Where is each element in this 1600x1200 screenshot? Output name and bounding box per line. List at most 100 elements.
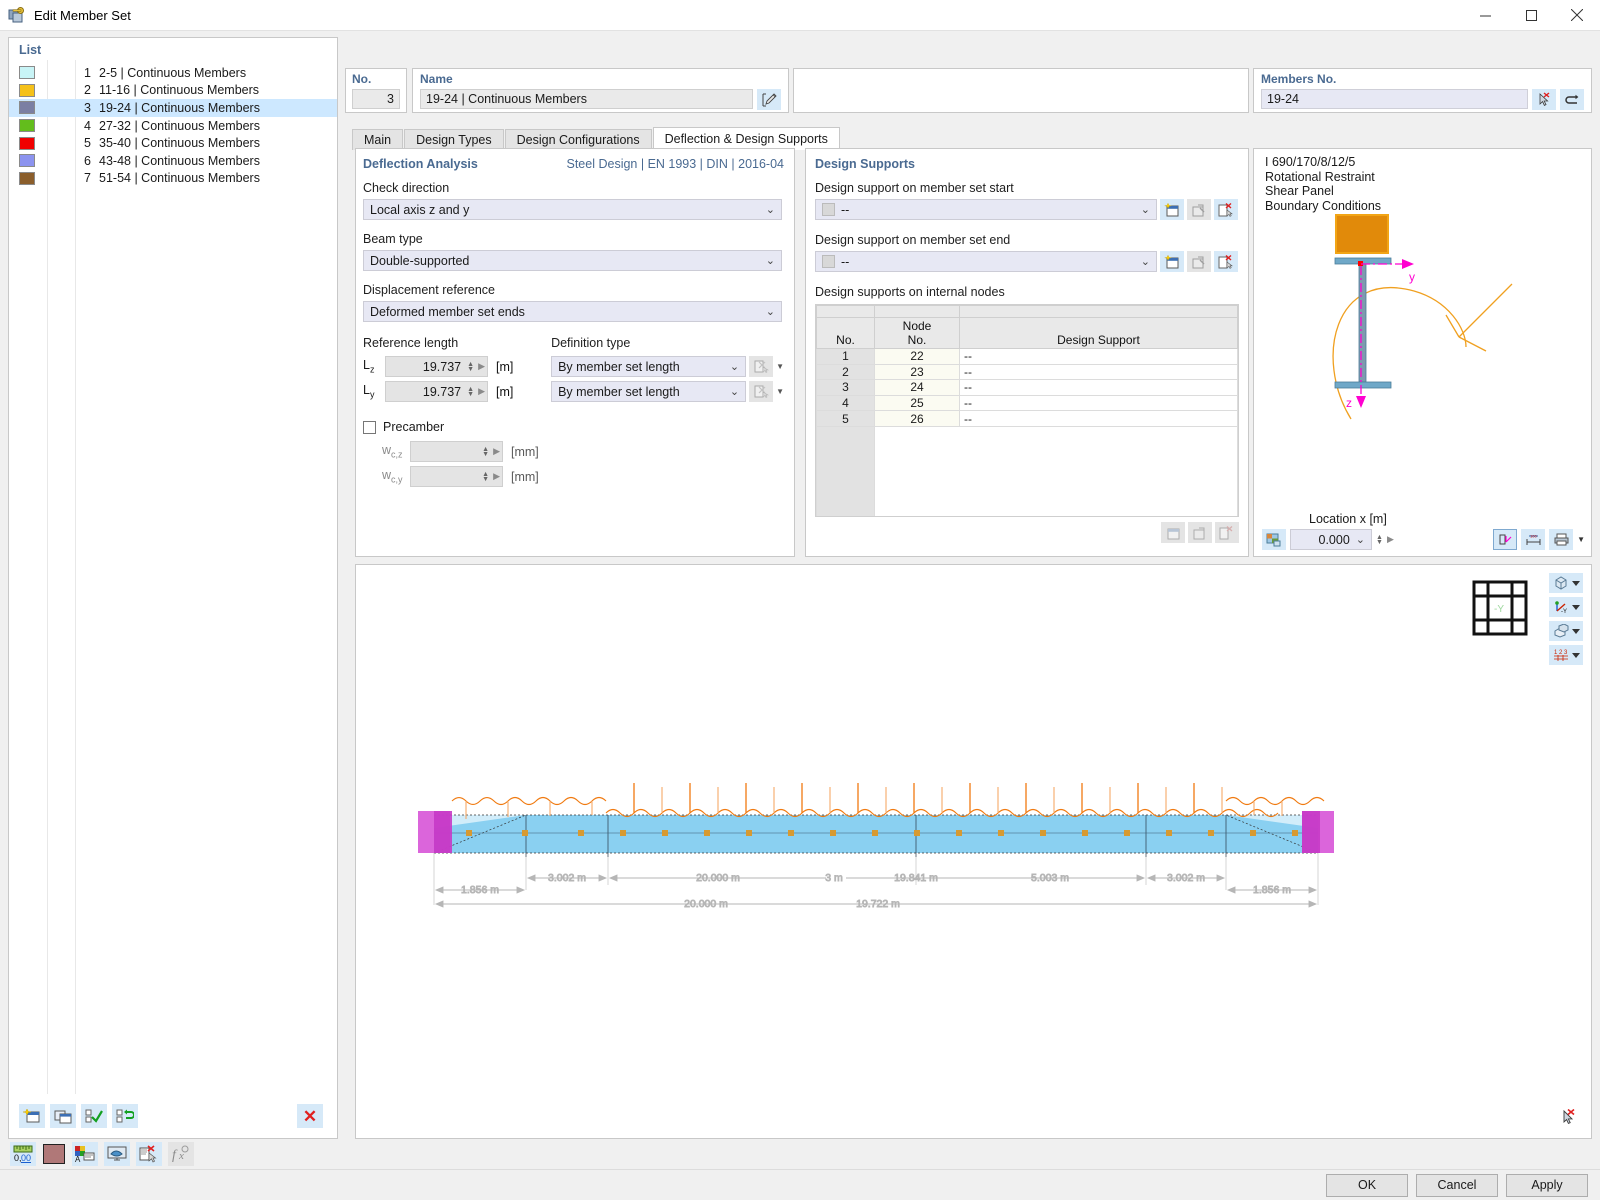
- support-start-edit-button[interactable]: [1187, 199, 1211, 220]
- model-graphics-view[interactable]: -Y 1 2 3 -Y 3.002 m 20.000 m 3 m 19.841 …: [355, 564, 1592, 1139]
- cell-node[interactable]: 26: [874, 410, 960, 427]
- member-set-no-field: No. 3: [345, 68, 407, 113]
- lz-value: 19.737: [422, 359, 462, 374]
- cross-section-graphic[interactable]: y z: [1254, 209, 1593, 499]
- units-button[interactable]: 0, 00: [10, 1142, 36, 1166]
- table-edit-button[interactable]: [1188, 522, 1212, 543]
- support-start-delete-button[interactable]: [1214, 199, 1238, 220]
- tab-design-types[interactable]: Design Types: [404, 129, 504, 150]
- members-pick-button[interactable]: [1532, 89, 1556, 110]
- apply-button[interactable]: Apply: [1506, 1173, 1588, 1197]
- close-button[interactable]: [1554, 0, 1600, 31]
- location-spinner[interactable]: ▲ ▼: [1376, 534, 1383, 546]
- chevron-down-icon[interactable]: ▼: [776, 362, 784, 371]
- table-delete-button[interactable]: [1215, 522, 1239, 543]
- invert-selection-button[interactable]: [112, 1104, 138, 1128]
- support-end-new-button[interactable]: [1160, 251, 1184, 272]
- members-input[interactable]: 19-24: [1261, 89, 1528, 109]
- ok-button[interactable]: OK: [1326, 1173, 1408, 1197]
- title-bar: Edit Member Set: [0, 0, 1600, 31]
- formula-button[interactable]: f x: [168, 1142, 194, 1166]
- tab-design-configurations[interactable]: Design Configurations: [504, 129, 652, 150]
- copy-member-set-button[interactable]: [50, 1104, 76, 1128]
- table-row[interactable]: 1 22 --: [816, 348, 1238, 365]
- spinner-play-icon[interactable]: ▶: [478, 361, 485, 372]
- support-end-edit-button[interactable]: [1187, 251, 1211, 272]
- cell-support[interactable]: --: [959, 379, 1238, 396]
- list-item[interactable]: 6 43-48 | Continuous Members: [9, 152, 337, 170]
- table-row[interactable]: 2 23 --: [816, 363, 1238, 381]
- delete-icon: ✕: [302, 1106, 318, 1126]
- support-end-select[interactable]: -- ⌄: [815, 251, 1157, 272]
- displacement-reference-select[interactable]: Deformed member set ends ⌄: [363, 301, 782, 322]
- preview-line-2: Rotational Restraint: [1265, 169, 1375, 184]
- no-label: No.: [352, 72, 372, 86]
- list-item[interactable]: 1 2-5 | Continuous Members: [9, 64, 337, 82]
- list-item[interactable]: 4 27-32 | Continuous Members: [9, 117, 337, 135]
- definition-type-y-edit-button[interactable]: [749, 381, 774, 402]
- display-properties-button[interactable]: A: [72, 1142, 98, 1166]
- comment-delete-button[interactable]: [136, 1142, 162, 1166]
- cell-node[interactable]: 25: [874, 394, 960, 412]
- svg-text:1.856 m: 1.856 m: [461, 884, 499, 896]
- lz-input[interactable]: 19.737 ▲ ▼ ▶: [385, 356, 488, 377]
- location-play-icon[interactable]: ▶: [1387, 534, 1394, 545]
- support-start-new-button[interactable]: [1160, 199, 1184, 220]
- cell-support[interactable]: --: [959, 410, 1238, 427]
- color-swatch-button[interactable]: [42, 1143, 66, 1165]
- spinner-arrows[interactable]: ▲ ▼: [467, 361, 474, 373]
- delete-member-set-button[interactable]: ✕: [297, 1104, 323, 1128]
- list-item-index: 4: [84, 118, 91, 133]
- chevron-down-icon: ⌄: [1140, 256, 1150, 268]
- table-row[interactable]: 5 26 --: [816, 410, 1238, 427]
- ly-input[interactable]: 19.737 ▲ ▼ ▶: [385, 381, 488, 402]
- beam-type-select[interactable]: Double-supported ⌄: [363, 250, 782, 271]
- minimize-button[interactable]: [1462, 0, 1508, 31]
- dimension-display-button[interactable]: 100: [1521, 529, 1546, 550]
- support-end-value: --: [841, 254, 850, 269]
- tab-deflection-design-supports[interactable]: Deflection & Design Supports: [652, 127, 840, 150]
- chevron-down-icon[interactable]: ▼: [1577, 535, 1585, 544]
- cancel-button[interactable]: Cancel: [1416, 1173, 1498, 1197]
- print-button[interactable]: [1549, 529, 1574, 550]
- list-item[interactable]: 5 35-40 | Continuous Members: [9, 134, 337, 152]
- support-end-delete-button[interactable]: [1214, 251, 1238, 272]
- cell-support[interactable]: --: [959, 394, 1238, 412]
- definition-type-y-select[interactable]: By member set length ⌄: [551, 381, 747, 402]
- spinner-arrows[interactable]: ▲ ▼: [467, 386, 474, 398]
- location-x-input[interactable]: 0.000 ⌄: [1290, 529, 1372, 550]
- table-row[interactable]: 3 24 --: [816, 379, 1238, 396]
- color-swatch: [19, 66, 35, 80]
- tab-main[interactable]: Main: [352, 129, 404, 150]
- axes-display-button[interactable]: [1493, 529, 1518, 550]
- definition-type-z-select[interactable]: By member set length ⌄: [551, 356, 747, 377]
- table-new-button[interactable]: [1161, 522, 1185, 543]
- check-all-button[interactable]: [81, 1104, 107, 1128]
- check-direction-select[interactable]: Local axis z and y ⌄: [363, 199, 782, 220]
- cell-no: 2: [816, 363, 875, 381]
- ly-unit: [m]: [496, 384, 514, 399]
- cell-node[interactable]: 23: [874, 363, 960, 381]
- cell-node[interactable]: 22: [874, 348, 960, 365]
- table-row[interactable]: 4 25 --: [816, 394, 1238, 412]
- maximize-button[interactable]: [1508, 0, 1554, 31]
- list-item[interactable]: 2 11-16 | Continuous Members: [9, 82, 337, 100]
- render-mode-button[interactable]: [1262, 529, 1286, 550]
- cell-support[interactable]: --: [959, 348, 1238, 365]
- color-swatch: [19, 154, 35, 168]
- list-item-selected[interactable]: 3 19-24 | Continuous Members: [9, 99, 337, 117]
- cell-support[interactable]: --: [959, 363, 1238, 381]
- spinner-play-icon[interactable]: ▶: [478, 386, 485, 397]
- list-item-label: 2-5 | Continuous Members: [99, 65, 247, 80]
- name-edit-button[interactable]: [757, 89, 781, 110]
- cell-node[interactable]: 24: [874, 379, 960, 396]
- precamber-checkbox[interactable]: [363, 420, 376, 434]
- list-item[interactable]: 7 51-54 | Continuous Members: [9, 170, 337, 188]
- name-input[interactable]: 19-24 | Continuous Members: [420, 89, 753, 109]
- support-start-select[interactable]: -- ⌄: [815, 199, 1157, 220]
- new-member-set-button[interactable]: [19, 1104, 45, 1128]
- members-reverse-button[interactable]: [1560, 89, 1584, 110]
- definition-type-z-edit-button[interactable]: [749, 356, 774, 377]
- view-settings-button[interactable]: [104, 1142, 130, 1166]
- chevron-down-icon[interactable]: ▼: [776, 387, 784, 396]
